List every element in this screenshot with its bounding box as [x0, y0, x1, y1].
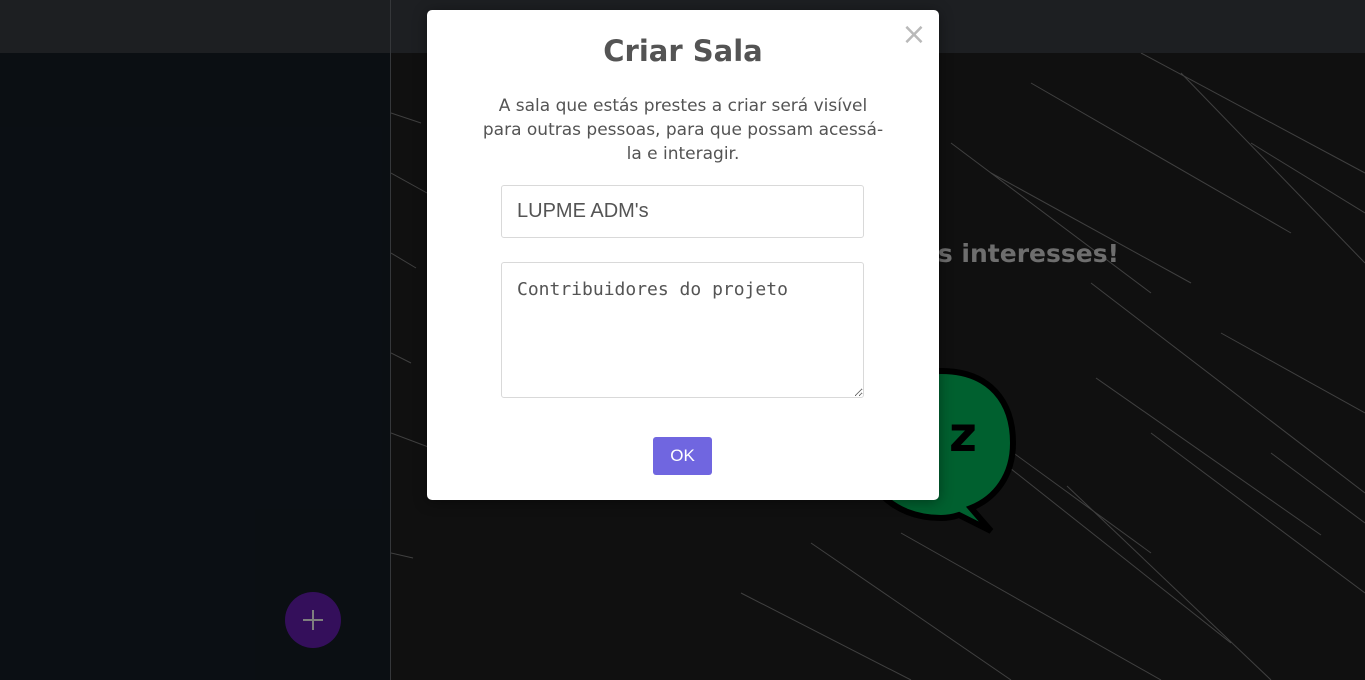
ok-button[interactable]: OK	[653, 437, 712, 475]
dialog-title: Criar Sala	[603, 34, 763, 68]
app-window: us interesses! z × Criar Sala A sala que…	[0, 0, 1365, 680]
room-description-textarea[interactable]: Contribuidores do projeto	[501, 262, 864, 398]
create-room-dialog: × Criar Sala A sala que estás prestes a …	[427, 10, 939, 500]
dialog-description: A sala que estás prestes a criar será vi…	[482, 96, 884, 164]
room-name-input[interactable]	[501, 185, 864, 238]
